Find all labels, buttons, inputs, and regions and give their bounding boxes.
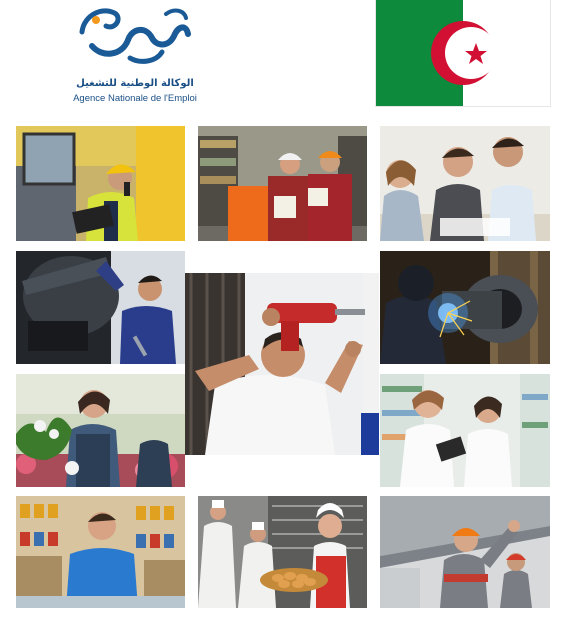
photo-industrial-worker [380, 496, 550, 608]
photo-warehouse-workers [198, 126, 367, 241]
photo-pharmacists [380, 374, 550, 487]
photo-car-mechanic [16, 251, 185, 364]
photo-florist [16, 374, 185, 487]
algerian-flag [376, 0, 550, 106]
logo-french-text: Agence Nationale de l'Emploi [73, 93, 197, 104]
anem-logo-mark [79, 8, 191, 64]
photo-driller-worker [185, 273, 379, 455]
photo-bakers [198, 496, 367, 608]
photo-construction-worker [16, 126, 185, 241]
anem-logo: الوكالة الوطنية للتشغيل Agence Nationale… [70, 0, 200, 110]
logo-arabic-text: الوكالة الوطنية للتشغيل [76, 78, 194, 89]
photo-office-team [380, 126, 550, 241]
photo-welder [380, 251, 550, 364]
photo-hardware-clerk [16, 496, 185, 608]
